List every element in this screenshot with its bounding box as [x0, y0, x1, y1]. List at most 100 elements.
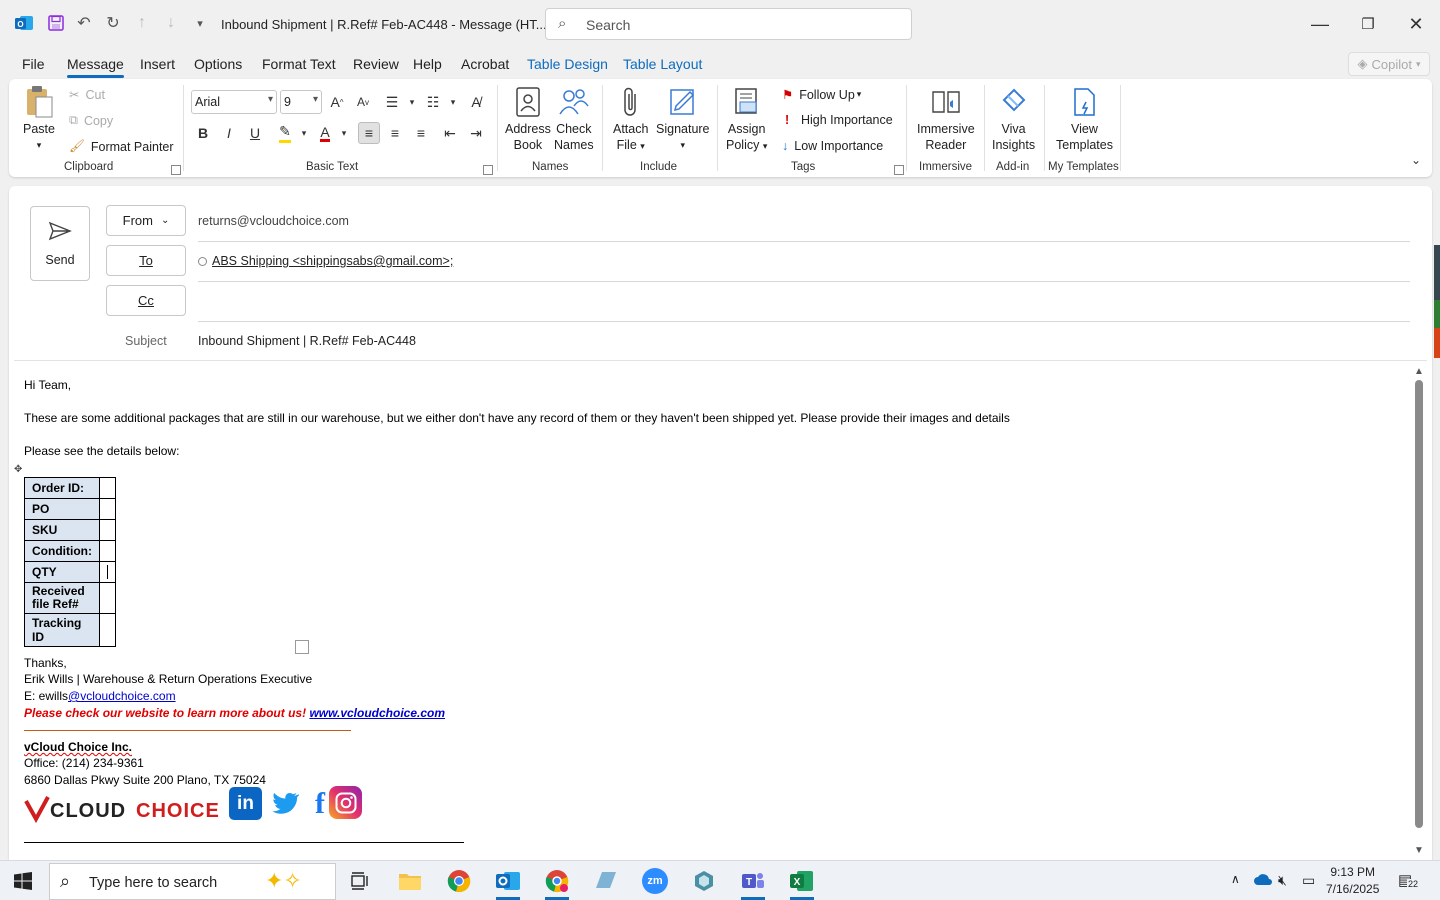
table-row-label[interactable]: QTY — [24, 561, 100, 583]
linkedin-icon[interactable]: in — [229, 787, 262, 820]
chrome-icon[interactable] — [439, 865, 479, 897]
tab-acrobat[interactable]: Acrobat — [461, 56, 509, 72]
website-link[interactable]: www.vcloudchoice.com — [309, 706, 445, 720]
subject-field[interactable]: Inbound Shipment | R.Ref# Feb-AC448 — [198, 334, 416, 348]
table-row-label[interactable]: Tracking ID — [24, 613, 100, 647]
chevron-down-icon[interactable]: ▾ — [293, 122, 315, 144]
tab-message[interactable]: Message — [67, 56, 124, 78]
table-row-value[interactable] — [98, 613, 116, 647]
table-row-label[interactable]: Condition: — [24, 540, 100, 562]
scrollbar-thumb[interactable] — [1415, 380, 1423, 828]
underline-icon[interactable]: U — [244, 122, 266, 144]
chevron-down-icon[interactable]: ▾ — [333, 122, 355, 144]
bold-icon[interactable]: B — [192, 122, 214, 144]
table-row-value[interactable] — [98, 519, 116, 541]
table-row-label[interactable]: SKU — [24, 519, 100, 541]
system-clock[interactable]: 9:13 PM 7/16/2025 — [1326, 864, 1379, 898]
speaker-muted-icon[interactable]: 🔇︎ — [1278, 872, 1287, 889]
chrome-profile-icon[interactable] — [537, 865, 577, 900]
address-book-button[interactable]: Address Book — [505, 85, 551, 153]
table-move-handle-icon[interactable]: ✥ — [14, 464, 22, 475]
numbering-icon[interactable]: ☷ — [422, 91, 444, 113]
view-templates-button[interactable]: View Templates — [1056, 85, 1113, 153]
tab-table-design[interactable]: Table Design — [527, 56, 608, 72]
restore-button[interactable]: ❐ — [1350, 10, 1386, 38]
app-hex-icon[interactable] — [684, 865, 724, 897]
collapse-ribbon-icon[interactable]: ⌄ — [1411, 153, 1421, 167]
low-importance-button[interactable]: ↓ Low Importance — [782, 139, 883, 153]
tab-help[interactable]: Help — [413, 56, 442, 72]
app-blue-icon[interactable] — [586, 865, 626, 897]
show-hidden-icons-icon[interactable]: ∧ — [1231, 872, 1240, 886]
tab-file[interactable]: File — [22, 56, 45, 72]
from-button[interactable]: From ⌄ — [106, 205, 186, 236]
copy-button[interactable]: ⧉ Copy — [69, 113, 113, 128]
windows-start-icon[interactable] — [14, 872, 32, 893]
zoom-icon[interactable]: zm — [635, 865, 675, 897]
search-box[interactable]: ⌕ Search — [545, 8, 912, 40]
tab-insert[interactable]: Insert — [140, 56, 175, 72]
high-importance-button[interactable]: ! High Importance — [785, 113, 893, 127]
clear-formatting-icon[interactable]: A̸ — [465, 91, 487, 113]
align-center-icon[interactable]: ≡ — [384, 122, 406, 144]
taskbar-search-box[interactable]: ⌕ Type here to search ✦✧ — [49, 863, 336, 900]
teams-icon[interactable]: T — [733, 865, 773, 900]
table-row-label[interactable]: Received file Ref# — [24, 582, 100, 614]
to-field[interactable]: ABS Shipping <shippingsabs@gmail.com>; — [198, 254, 453, 268]
attach-file-button[interactable]: Attach File ▾ — [613, 85, 648, 154]
scroll-down-icon[interactable]: ▼ — [1414, 845, 1424, 856]
send-button[interactable]: Send — [30, 206, 90, 281]
tab-format-text[interactable]: Format Text — [262, 56, 336, 72]
tags-launcher-icon[interactable] — [894, 165, 904, 175]
immersive-reader-button[interactable]: Immersive Reader — [917, 85, 975, 153]
table-row-label[interactable]: PO — [24, 498, 100, 520]
copilot-button[interactable]: ◈ Copilot ▾ — [1348, 52, 1430, 76]
previous-item-icon[interactable]: ↑ — [131, 12, 153, 34]
chevron-down-icon[interactable]: ▾ — [401, 91, 423, 113]
align-right-icon[interactable]: ≡ — [410, 122, 432, 144]
table-row-value[interactable] — [98, 477, 116, 499]
twitter-icon[interactable] — [268, 787, 300, 820]
bullets-icon[interactable]: ☰ — [381, 91, 403, 113]
scroll-up-icon[interactable]: ▲ — [1414, 366, 1424, 377]
close-button[interactable]: ✕ — [1398, 10, 1434, 38]
format-painter-button[interactable]: 🖌 Format Painter — [69, 139, 174, 154]
to-recipient[interactable]: ABS Shipping <shippingsabs@gmail.com>; — [212, 254, 453, 268]
align-left-icon[interactable]: ≡ — [358, 122, 380, 144]
table-resize-handle-icon[interactable] — [295, 640, 309, 654]
assign-policy-button[interactable]: Assign Policy ▾ — [726, 85, 767, 154]
paste-button[interactable]: Paste ▾ — [23, 85, 55, 153]
cc-button[interactable]: Cc — [106, 285, 186, 316]
minimize-button[interactable]: — — [1302, 10, 1338, 38]
increase-indent-icon[interactable]: ⇥ — [465, 122, 487, 144]
viva-insights-button[interactable]: Viva Insights — [992, 85, 1035, 153]
clipboard-launcher-icon[interactable] — [171, 165, 181, 175]
tab-review[interactable]: Review — [353, 56, 399, 72]
shrink-font-icon[interactable]: Av — [352, 91, 374, 113]
chevron-down-icon[interactable]: ▾ — [442, 91, 464, 113]
customize-toolbar-icon[interactable]: ▾ — [189, 12, 211, 34]
instagram-icon[interactable] — [329, 786, 362, 819]
italic-icon[interactable]: I — [218, 122, 240, 144]
table-row-label[interactable]: Order ID: — [24, 477, 100, 499]
network-icon[interactable]: ▭ — [1302, 872, 1315, 889]
outlook-taskbar-icon[interactable] — [488, 865, 528, 900]
decrease-indent-icon[interactable]: ⇤ — [439, 122, 461, 144]
to-button[interactable]: To — [106, 245, 186, 276]
tab-options[interactable]: Options — [194, 56, 242, 72]
table-row-value[interactable] — [98, 498, 116, 520]
font-name-combo[interactable]: Arial ▾ — [191, 90, 277, 114]
vertical-scrollbar[interactable]: ▲ ▼ — [1412, 366, 1426, 860]
check-names-button[interactable]: Check Names — [554, 85, 594, 153]
table-row-value[interactable] — [98, 540, 116, 562]
next-item-icon[interactable]: ↓ — [160, 12, 182, 34]
follow-up-button[interactable]: ⚑ Follow Up ▾ — [782, 87, 861, 103]
font-size-combo[interactable]: 9 ▾ — [280, 90, 322, 114]
undo-icon[interactable]: ↶ — [73, 12, 95, 34]
task-view-icon[interactable] — [340, 865, 380, 897]
basic-text-launcher-icon[interactable] — [483, 165, 493, 175]
redo-icon[interactable]: ↻ — [102, 12, 124, 34]
table-row-value[interactable] — [98, 561, 116, 583]
save-icon[interactable] — [45, 12, 67, 34]
excel-icon[interactable]: X — [782, 865, 822, 900]
